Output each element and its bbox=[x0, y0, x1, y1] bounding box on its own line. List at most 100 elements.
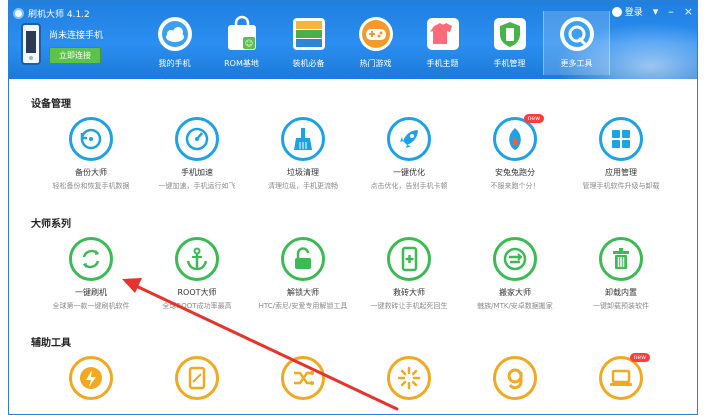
tool-aux-1[interactable] bbox=[38, 356, 144, 400]
header-bar: 刷机大师 4.1.2 登录 ▾ – × 尚未连接手机 立即连接 我的手机 ☺ R… bbox=[9, 1, 697, 79]
tool-name: 卸载内置 bbox=[605, 288, 637, 297]
tool-aux-6[interactable]: new bbox=[568, 353, 674, 400]
tool-aux-4[interactable] bbox=[356, 356, 462, 400]
tool-rescue-master[interactable]: 救砖大师 一键救砖让手机起死回生 bbox=[356, 237, 462, 311]
section-title-aux: 辅助工具 bbox=[31, 338, 71, 349]
app-logo-icon bbox=[13, 7, 24, 19]
tool-desc: 不服来跑个分！ bbox=[490, 182, 540, 190]
refresh-icon bbox=[82, 249, 100, 269]
tool-aux-2[interactable] bbox=[144, 356, 250, 400]
tool-circle bbox=[281, 237, 325, 281]
tool-desc: 全球ROOT成功率最高 bbox=[162, 302, 232, 310]
tool-name: 一键刷机 bbox=[75, 288, 107, 297]
nav-label: 热门游戏 bbox=[359, 59, 392, 68]
new-badge: new bbox=[523, 114, 544, 123]
unlock-icon bbox=[295, 247, 311, 269]
gamepad-icon bbox=[357, 15, 395, 53]
tool-desc: 一键加速，手机运行如飞 bbox=[158, 182, 236, 190]
window-controls: 登录 ▾ – × bbox=[611, 5, 693, 18]
app-window: 刷机大师 4.1.2 登录 ▾ – × 尚未连接手机 立即连接 我的手机 ☺ R… bbox=[8, 0, 698, 415]
tool-unlock-master[interactable]: 解锁大师 HTC/索尼/安爱专用解锁工具 bbox=[250, 237, 356, 311]
connect-button[interactable]: 立即连接 bbox=[49, 47, 101, 64]
nav-essentials[interactable]: 装机必备 bbox=[275, 11, 342, 75]
nav-themes[interactable]: 手机主题 bbox=[409, 11, 476, 75]
nav-more-tools[interactable]: 更多工具 bbox=[543, 11, 610, 75]
transfer-icon bbox=[503, 247, 527, 271]
tool-circle bbox=[387, 356, 431, 400]
tool-desc: 一键救砖让手机起死回生 bbox=[370, 302, 448, 310]
tool-desc: 一键卸载预装软件 bbox=[593, 302, 649, 310]
nav-label: 手机管理 bbox=[493, 59, 526, 68]
section-title-master: 大师系列 bbox=[31, 219, 71, 230]
tool-name: 备份大师 bbox=[75, 168, 107, 177]
svg-text:☺: ☺ bbox=[244, 39, 252, 48]
tool-circle: new bbox=[493, 114, 544, 161]
app-stack-icon bbox=[290, 15, 328, 53]
tool-circle bbox=[175, 117, 219, 161]
tool-desc: 清理垃圾，手机更流畅 bbox=[268, 182, 338, 190]
tool-name: 一键优化 bbox=[393, 168, 425, 177]
tool-desc: 点击优化，告别手机卡顿 bbox=[370, 182, 448, 190]
tool-aux-3[interactable] bbox=[250, 356, 356, 400]
tool-circle bbox=[493, 356, 537, 400]
tools-content: 设备管理 备份大师 轻松备份和恢复手机数据 手机加速 一键加速，手机运行如飞 垃… bbox=[9, 79, 697, 414]
app-grid-icon bbox=[612, 130, 630, 148]
tool-circle: new bbox=[599, 353, 650, 400]
tool-name: 搬家大师 bbox=[499, 288, 531, 297]
tool-circle bbox=[493, 237, 537, 281]
tool-speedup[interactable]: 手机加速 一键加速，手机运行如飞 bbox=[144, 117, 250, 191]
tool-name: 应用管理 bbox=[605, 168, 637, 177]
shield-phone-icon bbox=[491, 15, 529, 53]
tool-circle bbox=[69, 237, 113, 281]
tool-circle bbox=[175, 356, 219, 400]
tool-backup[interactable]: 备份大师 轻松备份和恢复手机数据 bbox=[38, 117, 144, 191]
new-badge: new bbox=[629, 353, 650, 362]
nav-label: 装机必备 bbox=[292, 59, 325, 68]
tool-name: 安兔兔跑分 bbox=[495, 168, 535, 177]
tool-circle bbox=[599, 237, 643, 281]
nav-label: 手机主题 bbox=[426, 59, 459, 68]
nav-phone-manager[interactable]: 手机管理 bbox=[476, 11, 543, 75]
tool-transfer-master[interactable]: 搬家大师 魅族/MTK/安卓数据搬家 bbox=[462, 237, 568, 311]
tool-desc: HTC/索尼/安爱专用解锁工具 bbox=[258, 302, 348, 310]
backup-icon bbox=[80, 128, 102, 150]
user-icon bbox=[611, 6, 622, 17]
tool-circle bbox=[175, 237, 219, 281]
login-button[interactable]: 登录 bbox=[611, 5, 643, 18]
nav-label: 我的手机 bbox=[158, 59, 191, 68]
tool-antutu[interactable]: new 安兔兔跑分 不服来跑个分！ bbox=[462, 114, 568, 191]
section-title-device: 设备管理 bbox=[31, 99, 71, 110]
app-title: 刷机大师 4.1.2 bbox=[28, 9, 90, 20]
tool-desc: 魅族/MTK/安卓数据搬家 bbox=[477, 302, 553, 310]
tool-circle bbox=[69, 117, 113, 161]
login-label: 登录 bbox=[624, 8, 643, 18]
minimize-button[interactable]: – bbox=[668, 5, 674, 18]
nav-rom-base[interactable]: ☺ ROM基地 bbox=[208, 11, 275, 75]
tool-optimize[interactable]: 一键优化 点击优化，告别手机卡顿 bbox=[356, 117, 462, 191]
sunburst-icon bbox=[397, 366, 421, 390]
tool-uninstall-builtin[interactable]: 卸载内置 一键卸载预装软件 bbox=[568, 237, 674, 311]
broom-icon bbox=[294, 128, 312, 150]
tool-desc: 管理手机软件升级与卸载 bbox=[582, 182, 660, 190]
close-button[interactable]: × bbox=[684, 5, 693, 18]
main-nav: 我的手机 ☺ ROM基地 装机必备 热门游戏 手机主题 手机管理 更多工具 bbox=[141, 11, 610, 75]
tool-name: ROOT大师 bbox=[177, 288, 217, 297]
tool-name: 手机加速 bbox=[181, 168, 213, 177]
anchor-icon bbox=[186, 247, 208, 271]
nav-label: ROM基地 bbox=[224, 59, 259, 68]
tool-root-master[interactable]: ROOT大师 全球ROOT成功率最高 bbox=[144, 237, 250, 311]
rocket-icon bbox=[400, 130, 418, 148]
tool-circle bbox=[69, 356, 113, 400]
tool-name: 垃圾清理 bbox=[287, 168, 319, 177]
tool-aux-5[interactable] bbox=[462, 356, 568, 400]
nav-my-phone[interactable]: 我的手机 bbox=[141, 11, 208, 75]
menu-dropdown-icon[interactable]: ▾ bbox=[653, 5, 659, 18]
tool-cleanup[interactable]: 垃圾清理 清理垃圾，手机更流畅 bbox=[250, 117, 356, 191]
nav-hot-games[interactable]: 热门游戏 bbox=[342, 11, 409, 75]
tool-app-manager[interactable]: 应用管理 管理手机软件升级与卸载 bbox=[568, 117, 674, 191]
trash-icon bbox=[613, 248, 629, 269]
window-title-bar: 刷机大师 4.1.2 bbox=[13, 6, 90, 20]
tool-one-click-flash[interactable]: 一键刷机 全球第一款一键刷机软件 bbox=[38, 237, 144, 311]
tool-circle bbox=[599, 117, 643, 161]
tool-circle bbox=[281, 117, 325, 161]
